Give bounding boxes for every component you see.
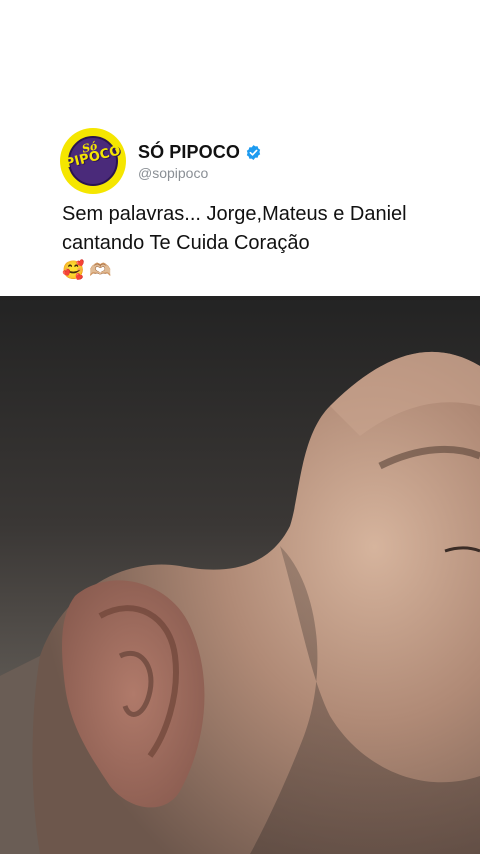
post-text: Sem palavras... Jorge,Mateus e Daniel ca… bbox=[62, 203, 407, 254]
avatar[interactable]: Só PIPOCO bbox=[60, 128, 126, 194]
video-frame[interactable] bbox=[0, 296, 480, 854]
post-header: Só PIPOCO SÓ PIPOCO @sopipoco bbox=[60, 128, 262, 194]
account-name[interactable]: SÓ PIPOCO bbox=[138, 142, 240, 163]
video-image bbox=[0, 296, 480, 854]
account-handle[interactable]: @sopipoco bbox=[138, 165, 262, 181]
name-row: SÓ PIPOCO bbox=[138, 142, 262, 163]
post-page: Só PIPOCO SÓ PIPOCO @sopipoco Sem palavr… bbox=[0, 0, 480, 854]
account-identity: SÓ PIPOCO @sopipoco bbox=[138, 142, 262, 181]
verified-badge-icon bbox=[246, 144, 261, 160]
post-emojis: 🥰 🫶🏼 bbox=[62, 260, 112, 280]
